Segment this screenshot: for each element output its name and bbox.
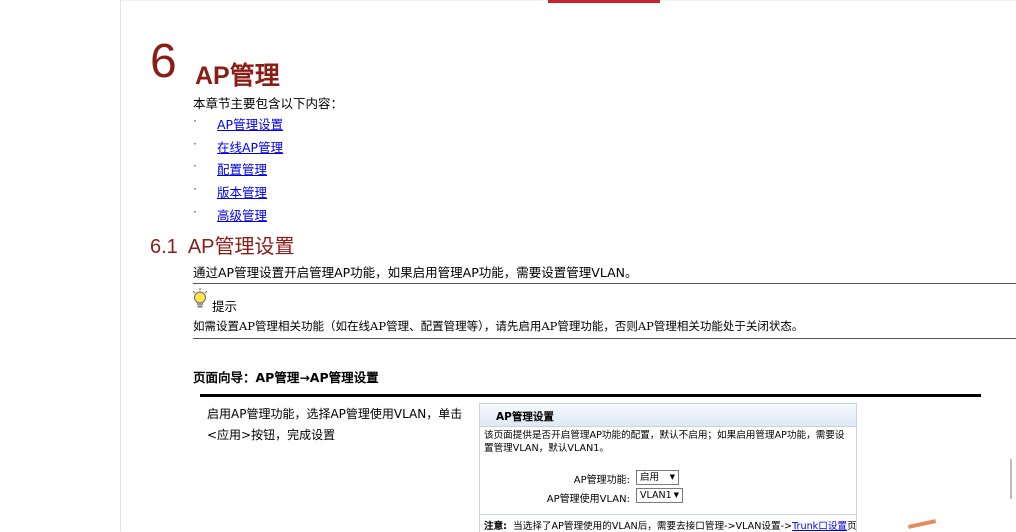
bullet: · <box>193 159 197 174</box>
tip-top-rule <box>193 283 1016 284</box>
section-title: AP管理设置 <box>187 236 295 258</box>
ap-management-select[interactable]: 启用 ▼ <box>636 470 679 485</box>
bullet: · <box>193 182 197 197</box>
bullet: · <box>193 204 197 219</box>
chevron-down-icon: ▼ <box>669 473 675 481</box>
bullet: · <box>193 136 197 151</box>
navigation-rule <box>200 394 981 397</box>
left-margin-rule <box>120 0 121 531</box>
select-value: 启用 <box>640 472 660 483</box>
toc-link-advanced[interactable]: 高级管理 <box>217 205 267 224</box>
ap-settings-panel-screenshot: AP管理设置 该页面提供是否开启管理AP功能的配置，默认不启用；如果启用管理AP… <box>479 403 857 532</box>
lightbulb-icon <box>192 288 208 314</box>
select-value: VLAN1 <box>640 490 672 501</box>
trunk-settings-link[interactable]: Trunk口设置 <box>792 521 847 532</box>
section-description: 通过AP管理设置开启管理AP功能，如果启用管理AP功能，需要设置管理VLAN。 <box>193 265 638 280</box>
note-label: 注意: <box>484 521 508 532</box>
top-accent-bar <box>548 0 660 3</box>
field-label-ap-vlan: AP管理使用VLAN: <box>546 494 630 505</box>
page-navigation-path: 页面向导：AP管理→AP管理设置 <box>193 370 379 385</box>
chapter-number: 6 <box>150 35 177 88</box>
corner-decoration <box>907 519 937 529</box>
section-heading: 6.1 AP管理设置 <box>150 230 295 259</box>
panel-title: AP管理设置 <box>496 411 554 423</box>
panel-note: 注意: 当选择了AP管理使用的VLAN后，需要去接口管理->VLAN设置->Tr… <box>484 518 857 532</box>
step-instruction: 启用AP管理功能，选择AP管理使用VLAN，单击<应用>按钮，完成设置 <box>207 407 463 442</box>
chapter-intro: 本章节主要包含以下内容： <box>193 96 344 111</box>
tip-label: 提示 <box>212 299 238 314</box>
note-text: 当选择了AP管理使用的VLAN后，需要去接口管理->VLAN设置-> <box>513 521 793 532</box>
chapter-title: AP管理 <box>195 62 280 90</box>
toc-link-version[interactable]: 版本管理 <box>217 182 267 201</box>
panel-divider <box>480 514 856 515</box>
field-label-ap-management: AP管理功能: <box>573 475 630 486</box>
toc-link-ap-settings[interactable]: AP管理设置 <box>217 114 283 133</box>
scroll-edge-mark <box>1010 459 1012 499</box>
toc-link-online-ap[interactable]: 在线AP管理 <box>217 137 283 156</box>
ap-vlan-select[interactable]: VLAN1 ▼ <box>636 488 683 503</box>
panel-description: 该页面提供是否开启管理AP功能的配置，默认不启用；如果启用管理AP功能，需要设置… <box>484 430 845 454</box>
tip-text: 如需设置AP管理相关功能（如在线AP管理、配置管理等），请先启用AP管理功能，否… <box>193 319 804 333</box>
tip-bottom-rule <box>193 338 1016 339</box>
section-number: 6.1 <box>150 236 178 258</box>
chevron-down-icon: ▼ <box>673 491 679 499</box>
toc-link-config[interactable]: 配置管理 <box>217 159 267 178</box>
bullet: · <box>193 114 197 128</box>
note-suffix: 页面 <box>847 521 857 532</box>
